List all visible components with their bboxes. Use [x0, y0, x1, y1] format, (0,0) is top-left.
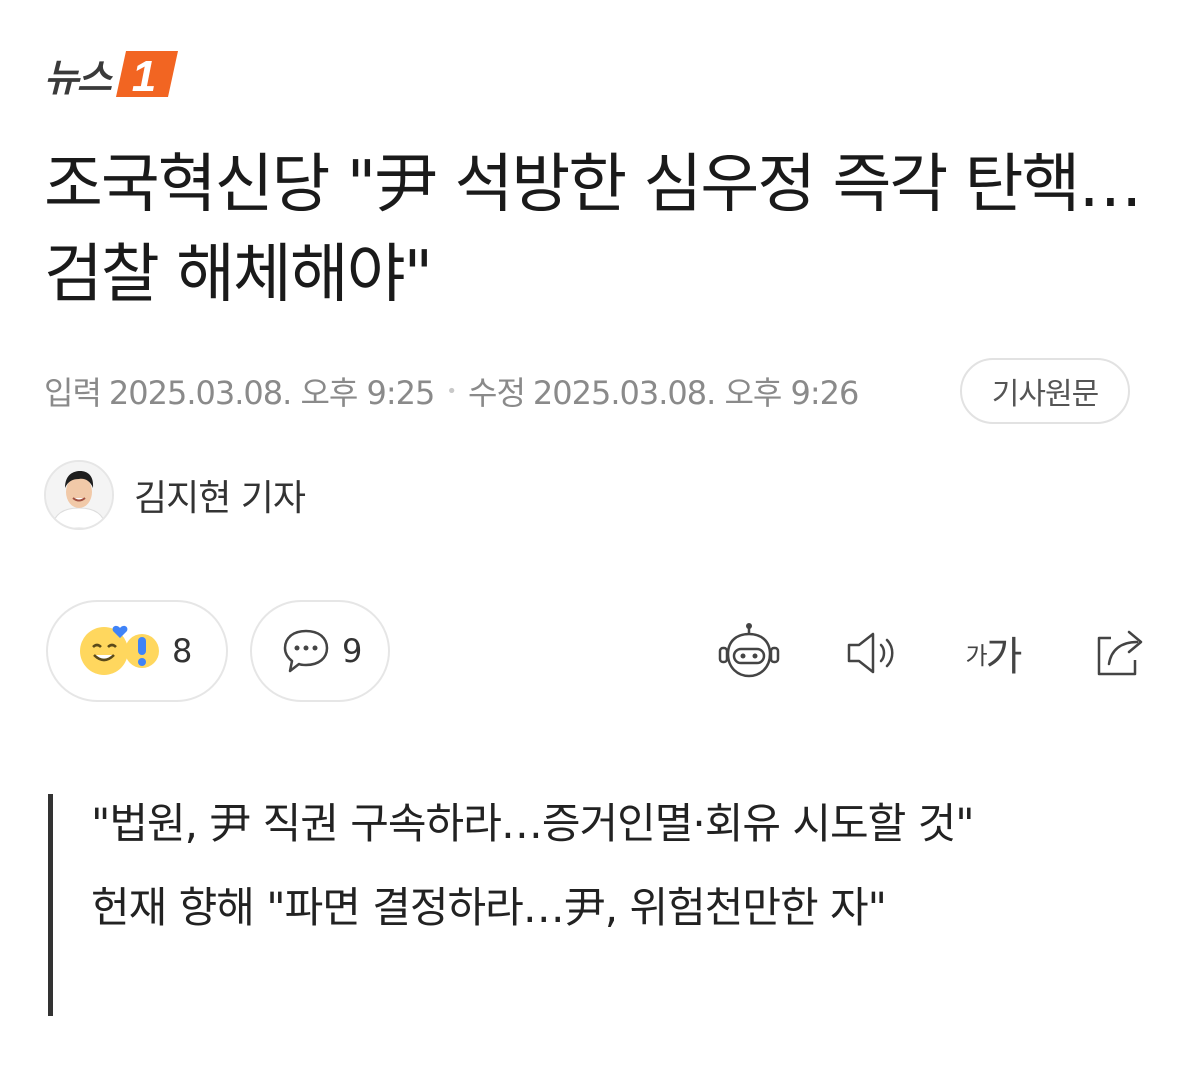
reaction-count: 8 [172, 632, 193, 670]
article-subheadings: "법원, 尹 직권 구속하라…증거인멸·회유 시도할 것" 헌재 향해 "파면 … [48, 794, 1113, 1016]
news1-logo[interactable]: 뉴스 1 [44, 44, 180, 104]
subheading-2: 헌재 향해 "파면 결정하라…尹, 위험천만한 자" [91, 883, 887, 932]
speaker-icon [847, 632, 894, 674]
share-icon [1097, 630, 1143, 676]
published-label: 입력 [44, 374, 102, 412]
font-size-button[interactable]: 가가 [958, 620, 1028, 686]
reporter-avatar-icon [46, 462, 112, 528]
article-headline: 조국혁신당 "尹 석방한 심우정 즉각 탄핵…검찰 해체해야" [44, 148, 1142, 312]
meta-separator: • [446, 380, 457, 402]
font-size-small-label: 가 [965, 641, 988, 670]
logo-text: 뉴스 [44, 55, 112, 100]
original-article-button[interactable]: 기사원문 [960, 358, 1130, 424]
updated-label: 수정 [468, 374, 526, 412]
font-size-large-label: 가 [985, 634, 1023, 680]
reporter-avatar[interactable] [44, 460, 114, 530]
comment-bubble-icon [283, 629, 329, 673]
logo-number: 1 [132, 52, 156, 101]
share-button[interactable] [1084, 620, 1154, 686]
subheading-1: "법원, 尹 직권 구속하라…증거인멸·회유 시도할 것" [91, 799, 975, 848]
ai-summary-button[interactable] [714, 620, 784, 686]
published-date: 2025.03.08. 오후 9:25 [108, 374, 435, 412]
comment-count: 9 [342, 632, 363, 670]
text-to-speech-button[interactable] [836, 620, 906, 686]
reaction-icons [80, 625, 159, 675]
author-row[interactable]: 김지현 기자 [44, 460, 306, 530]
comment-button[interactable]: 9 [250, 600, 390, 702]
surprise-icon [125, 634, 159, 668]
smile-heart-icon [80, 625, 128, 675]
author-name[interactable]: 김지현 기자 [134, 469, 306, 521]
reaction-button[interactable]: 8 [46, 600, 228, 702]
article-meta: 입력 2025.03.08. 오후 9:25 • 수정 2025.03.08. … [44, 366, 859, 416]
updated-date: 2025.03.08. 오후 9:26 [532, 374, 859, 412]
robot-icon [718, 623, 780, 678]
logo-badge-icon: 1 [115, 51, 178, 101]
